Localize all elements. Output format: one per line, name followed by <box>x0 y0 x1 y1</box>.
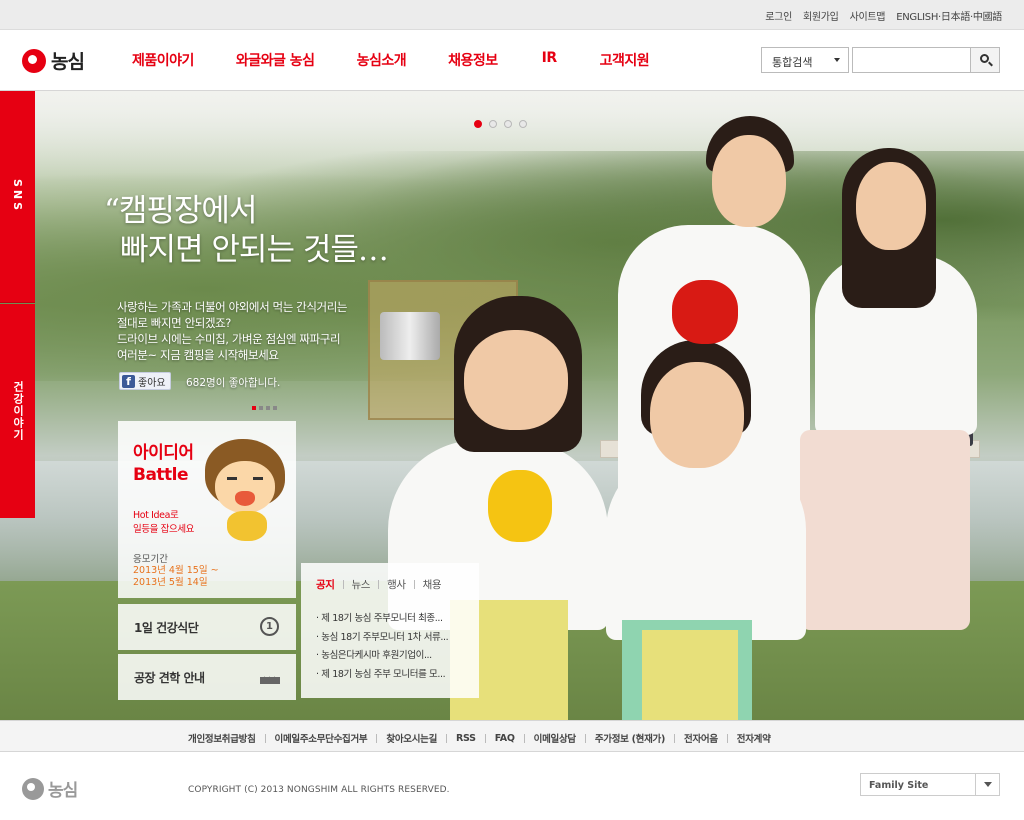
quote-mark: “ <box>104 193 120 229</box>
chevron-down-icon <box>834 58 840 62</box>
slider-dot[interactable] <box>519 120 527 128</box>
daily-health-menu-banner[interactable]: 1일 건강식단 1 <box>118 604 296 650</box>
tab-health-story[interactable]: 건강이야기 <box>0 304 35 518</box>
headline-line-1: 캠핑장에서 <box>118 193 258 229</box>
list-item[interactable]: · 농심 18기 주부모니터 1차 서류... <box>316 629 449 648</box>
slider-pagination <box>474 120 527 128</box>
footer-link-directions[interactable]: 찾아오시는길 <box>386 731 437 745</box>
list-item[interactable]: · 농심은다케시마 후원기업이... <box>316 647 448 666</box>
search-button[interactable] <box>970 47 1000 73</box>
factory-icon <box>260 670 280 684</box>
facebook-like-button[interactable]: f 좋아요 <box>119 372 171 390</box>
yellow-pepper-image <box>488 470 552 542</box>
footer-logo[interactable]: 농심 <box>22 776 78 801</box>
like-count: 682명이 좋아합니다. <box>186 377 281 389</box>
footer-links: 개인정보취급방침 이메일주소무단수집거부 찾아오시는길 RSS FAQ 이메일상… <box>188 731 771 746</box>
list-item[interactable]: · 제 18기 농심 주부 모니터를 모... <box>316 666 448 685</box>
family-site-label: Family Site <box>869 780 929 791</box>
search-input[interactable] <box>852 47 972 73</box>
news-list: · 제 18기 농심 주부모니터 최종... · 농심 18기 주부모니터 1차… <box>316 610 449 685</box>
slider-dot[interactable] <box>489 120 497 128</box>
language-links[interactable]: ENGLISH·日本語·中國語 <box>896 8 1002 23</box>
header: 농심 제품이야기 와글와글 농심 농심소개 채용정보 IR 고객지원 통합검색 <box>0 30 1024 91</box>
join-link[interactable]: 회원가입 <box>803 8 839 23</box>
sitemap-link[interactable]: 사이트맵 <box>850 8 886 23</box>
login-link[interactable]: 로그인 <box>765 8 792 23</box>
red-pepper-image <box>672 280 738 344</box>
like-label: 좋아요 <box>138 377 166 389</box>
facebook-icon: f <box>122 374 135 388</box>
slider-dot[interactable] <box>474 120 482 128</box>
news-box: 공지 뉴스 행사 채용 · 제 18기 농심 주부모니터 최종... · 농심 … <box>301 563 479 698</box>
tab-recruit[interactable]: 채용 <box>423 577 442 592</box>
nav-about[interactable]: 농심소개 <box>357 50 407 70</box>
footer-link-e-contract[interactable]: 전자계약 <box>737 731 771 745</box>
pot-image <box>380 312 440 360</box>
nav-products[interactable]: 제품이야기 <box>132 50 194 70</box>
nav-community[interactable]: 와글와글 농심 <box>236 50 315 70</box>
copyright: COPYRIGHT (C) 2013 NONGSHIM ALL RIGHTS R… <box>188 785 450 795</box>
nav-careers[interactable]: 채용정보 <box>448 50 498 70</box>
footer-link-rss[interactable]: RSS <box>456 733 476 744</box>
tab-events[interactable]: 행사 <box>387 577 406 592</box>
factory-tour-banner[interactable]: 공장 견학 안내 <box>118 654 296 700</box>
footer-link-e-bill[interactable]: 전자어음 <box>684 731 718 745</box>
logo-text: 농심 <box>51 51 85 73</box>
footer: 농심 COPYRIGHT (C) 2013 NONGSHIM ALL RIGHT… <box>0 752 1024 820</box>
tab-notice[interactable]: 공지 <box>316 577 335 592</box>
battle-title: 아이디어 Battle <box>133 443 194 485</box>
footer-logo-mark-icon <box>22 777 44 800</box>
nav-ir[interactable]: IR <box>542 50 558 70</box>
mascot-illustration <box>201 439 289 544</box>
footer-link-email-policy[interactable]: 이메일주소무단수집거부 <box>275 731 368 745</box>
family-site-select[interactable]: Family Site <box>860 773 1000 796</box>
tab-sns[interactable]: SNS <box>0 91 35 303</box>
footer-link-stock[interactable]: 주가정보 (현재가) <box>595 731 665 745</box>
daily-health-menu-label: 1일 건강식단 <box>134 621 199 635</box>
search-scope-select[interactable]: 통합검색 <box>761 47 849 73</box>
tab-news[interactable]: 뉴스 <box>352 577 371 592</box>
battle-subtitle: Hot Idea로 일등을 잡으세요 <box>133 510 194 535</box>
headline-line-2: 빠지면 안되는 것들… <box>120 232 389 268</box>
hero-mini-pagination <box>252 406 277 410</box>
footer-link-email-inquiry[interactable]: 이메일상담 <box>534 731 577 745</box>
slider-dot[interactable] <box>504 120 512 128</box>
logo[interactable]: 농심 <box>22 47 85 74</box>
chevron-down-icon[interactable] <box>975 774 999 795</box>
hero-headline: “캠핑장에서 빠지면 안되는 것들… <box>104 192 389 270</box>
hero-description: 사랑하는 가족과 더불어 야외에서 먹는 간식거리는 절대로 빠지면 안되겠죠?… <box>117 300 348 362</box>
news-tabs: 공지 뉴스 행사 채용 <box>316 577 442 592</box>
main-nav: 제품이야기 와글와글 농심 농심소개 채용정보 IR 고객지원 <box>132 50 691 70</box>
footer-link-faq[interactable]: FAQ <box>495 733 515 744</box>
footer-logo-text: 농심 <box>48 781 78 801</box>
idea-battle-banner[interactable]: 아이디어 Battle Hot Idea로 일등을 잡으세요 응모기간 2013… <box>118 421 296 598</box>
utility-bar: 로그인 회원가입 사이트맵 ENGLISH·日本語·中國語 <box>0 0 1024 30</box>
number-one-icon: 1 <box>260 617 279 636</box>
footer-link-privacy[interactable]: 개인정보취급방침 <box>188 731 256 745</box>
battle-period: 2013년 4월 15일 ~ 2013년 5월 14일 <box>133 565 219 588</box>
footer-links-bar: 개인정보취급방침 이메일주소무단수집거부 찾아오시는길 RSS FAQ 이메일상… <box>0 720 1024 752</box>
search-scope-value: 통합검색 <box>772 56 813 69</box>
battle-period-label: 응모기간 <box>133 554 168 565</box>
factory-tour-label: 공장 견학 안내 <box>134 671 205 685</box>
nav-support[interactable]: 고객지원 <box>600 50 650 70</box>
list-item[interactable]: · 제 18기 농심 주부모니터 최종... <box>316 610 448 629</box>
logo-mark-icon <box>22 48 46 73</box>
utility-nav: 로그인 회원가입 사이트맵 ENGLISH·日本語·中國語 <box>765 8 1002 23</box>
